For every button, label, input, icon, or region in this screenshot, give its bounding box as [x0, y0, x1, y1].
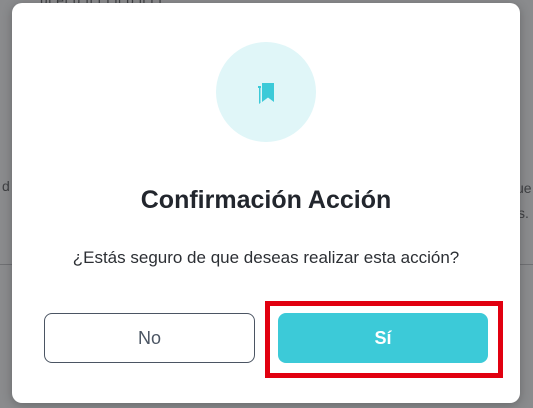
- yes-button[interactable]: Sí: [278, 313, 488, 363]
- no-button[interactable]: No: [44, 313, 255, 363]
- confirmation-dialog: Confirmación Acción ¿Estás seguro de que…: [12, 3, 520, 403]
- dialog-title: Confirmación Acción: [140, 186, 392, 214]
- background-divider: [0, 264, 12, 265]
- dialog-icon-circle: [216, 42, 316, 142]
- dialog-message: ¿Estás seguro de que deseas realizar est…: [72, 248, 460, 267]
- bookmarks-icon: [258, 83, 274, 104]
- background-text-fragment: d: [2, 178, 10, 194]
- background-divider: [520, 264, 533, 265]
